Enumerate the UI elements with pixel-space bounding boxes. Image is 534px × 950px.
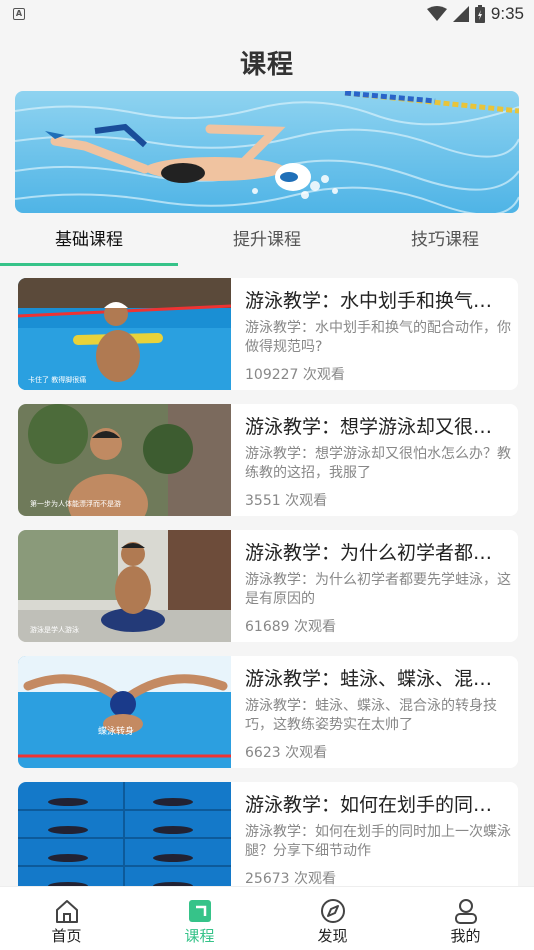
course-view-count: 109227 次观看 [245, 367, 345, 383]
thumbnail-caption: 第一步为人体能漂浮而不是游 [30, 499, 121, 508]
thumbnail-caption: 卡住了 教得脚很痛 [28, 375, 86, 384]
thumbnail-caption: 游泳是学人游泳 [30, 625, 79, 634]
course-icon [188, 900, 211, 922]
banner-image[interactable] [15, 91, 519, 213]
wifi-icon [426, 6, 447, 21]
signal-icon [452, 6, 469, 22]
profile-icon [454, 899, 477, 924]
course-thumbnail: 第一步为人体能漂浮而不是游 [18, 404, 231, 516]
nav-item-profile[interactable]: 我的 [399, 887, 532, 950]
course-title: 游泳教学：为什么初学者都要先学蛙泳 [245, 542, 511, 564]
course-title: 游泳教学：想学游泳却又很怕水怎么办? [245, 416, 511, 438]
course-card[interactable]: 游泳是学人游泳 游泳教学：为什么初学者都要先学蛙泳 游泳教学：为什么初学者都要先… [18, 530, 518, 642]
nav-label: 课程 [184, 927, 215, 945]
tab-advanced[interactable]: 提升课程 [178, 222, 356, 266]
tab-basic[interactable]: 基础课程 [0, 222, 178, 266]
page-title: 课程 [239, 50, 294, 80]
nav-label: 首页 [51, 927, 82, 945]
course-card[interactable]: 第一步为人体能漂浮而不是游 游泳教学：想学游泳却又很怕水怎么办? 游泳教学：想学… [18, 404, 518, 516]
course-description: 游泳教学：想学游泳却又很怕水怎么办？教练教的这招，我服了 [245, 446, 511, 481]
course-view-count: 6623 次观看 [245, 745, 328, 761]
status-time: 9:35 [490, 4, 524, 23]
status-icons: 9:35 [426, 4, 524, 24]
nav-item-course[interactable]: 课程 [133, 887, 266, 950]
course-title: 游泳教学：蛙泳、蝶泳、混合泳的转身技巧 [245, 668, 511, 690]
nav-label: 发现 [317, 927, 348, 945]
course-title: 游泳教学：水中划手和换气的配合动作，你做得规范吗? [245, 290, 511, 312]
home-icon [55, 900, 78, 923]
status-bar: A 9:35 [0, 0, 534, 28]
battery-icon [474, 5, 485, 23]
course-view-count: 3551 次观看 [245, 493, 328, 509]
course-thumbnail [18, 782, 231, 894]
course-view-count: 61689 次观看 [245, 619, 336, 635]
course-card[interactable]: 卡住了 教得脚很痛 游泳教学：水中划手和换气的配合动作，你做得规范吗? 游泳教学… [18, 278, 518, 390]
active-tab-indicator [0, 263, 178, 266]
swimmer-banner-illustration [15, 91, 519, 213]
nav-item-home[interactable]: 首页 [0, 887, 133, 950]
course-card[interactable]: 游泳教学：如何在划手的同时加上一次蝶泳腿 游泳教学：如何在划手的同时加上一次蝶泳… [18, 782, 518, 894]
course-thumbnail: 游泳是学人游泳 [18, 530, 231, 642]
thumbnail-caption: 蝶泳转身 [98, 725, 134, 737]
course-description: 游泳教学：为什么初学者都要先学蛙泳，这是有原因的 [245, 572, 511, 607]
nav-label: 我的 [450, 927, 481, 945]
bottom-nav: 首页 课程 发现 我的 [0, 886, 534, 950]
app-notification-icon: A [13, 8, 25, 20]
course-thumbnail: 卡住了 教得脚很痛 [18, 278, 231, 390]
nav-item-discover[interactable]: 发现 [266, 887, 399, 950]
course-card[interactable]: 蝶泳转身 游泳教学：蛙泳、蝶泳、混合泳的转身技巧 游泳教学：蛙泳、蝶泳、混合泳的… [18, 656, 518, 768]
course-description: 游泳教学：如何在划手的同时加上一次蝶泳腿？分享下细节动作 [245, 824, 511, 859]
course-title: 游泳教学：如何在划手的同时加上一次蝶泳腿 [245, 794, 511, 816]
tab-skills[interactable]: 技巧课程 [356, 222, 534, 266]
course-view-count: 25673 次观看 [245, 871, 336, 887]
discover-icon [320, 899, 345, 923]
course-tabs: 基础课程 提升课程 技巧课程 [0, 222, 534, 266]
course-description: 游泳教学：蛙泳、蝶泳、混合泳的转身技巧，这教练姿势实在太帅了 [245, 698, 497, 733]
course-thumbnail: 蝶泳转身 [18, 656, 231, 768]
course-description: 游泳教学：水中划手和换气的配合动作，你做得规范吗? [245, 320, 511, 355]
